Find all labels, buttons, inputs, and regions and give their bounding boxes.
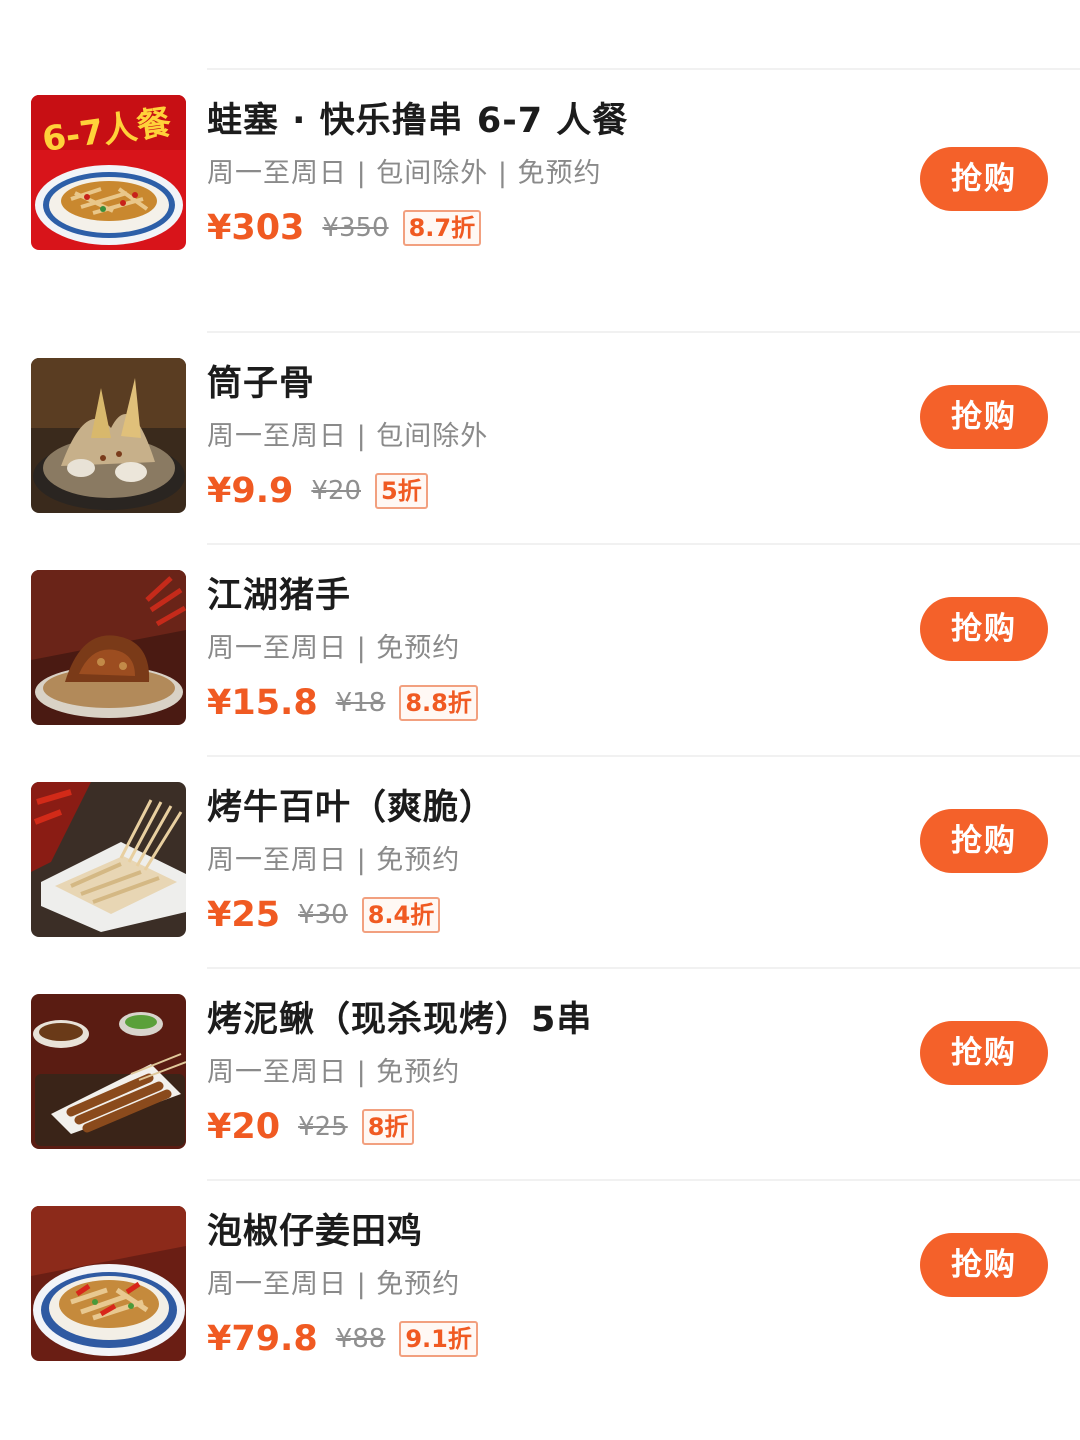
- deal-item[interactable]: 烤牛百叶（爽脆） 周一至周日 | 免预约 ¥25 ¥30 8.4折 抢购: [0, 782, 1080, 942]
- tripe-skewer-image[interactable]: [31, 782, 186, 937]
- buy-button[interactable]: 抢购: [920, 1233, 1048, 1297]
- original-price: ¥350: [322, 213, 389, 243]
- deal-item[interactable]: 6-7人餐 蛙塞 · 快乐撸串 6-7 人餐 周一至周日 | 包间除外 | 免预…: [0, 95, 1080, 255]
- current-price: ¥20: [207, 1107, 281, 1147]
- deal-terms: 周一至周日 | 包间除外: [207, 421, 489, 452]
- discount-badge: 8折: [361, 1109, 415, 1145]
- buy-button[interactable]: 抢购: [920, 147, 1048, 211]
- deal-item[interactable]: 泡椒仔姜田鸡 周一至周日 | 免预约 ¥79.8 ¥88 9.1折 抢购: [0, 1206, 1080, 1366]
- deal-title[interactable]: 烤泥鳅（现杀现烤）5串: [207, 996, 592, 1044]
- deal-terms: 周一至周日 | 免预约: [207, 1057, 461, 1088]
- original-price: ¥18: [335, 688, 386, 718]
- original-price: ¥30: [298, 900, 348, 930]
- discount-badge: 8.4折: [361, 897, 441, 933]
- discount-badge: 5折: [375, 473, 428, 509]
- pork-knuckle-image[interactable]: [31, 570, 186, 725]
- divider: [207, 1179, 1080, 1181]
- deal-terms: 周一至周日 | 免预约: [207, 1269, 461, 1300]
- deal-terms: 周一至周日 | 包间除外 | 免预约: [207, 158, 602, 189]
- bone-broth-image-art: [31, 358, 186, 513]
- price-row: ¥25 ¥30 8.4折: [207, 892, 441, 938]
- divider: [207, 543, 1080, 545]
- deal-item[interactable]: 烤泥鳅（现杀现烤）5串 周一至周日 | 免预约 ¥20 ¥25 8折 抢购: [0, 994, 1080, 1154]
- buy-button[interactable]: 抢购: [920, 385, 1048, 449]
- deal-item[interactable]: 江湖猪手 周一至周日 | 免预约 ¥15.8 ¥18 8.8折 抢购: [0, 570, 1080, 730]
- price-row: ¥9.9 ¥20 5折: [207, 468, 428, 514]
- divider: [207, 967, 1080, 969]
- buy-button[interactable]: 抢购: [920, 1021, 1048, 1085]
- set-meal-image[interactable]: 6-7人餐: [31, 95, 186, 250]
- discount-badge: 9.1折: [399, 1321, 478, 1357]
- price-row: ¥20 ¥25 8折: [207, 1104, 415, 1150]
- set-meal-image-art: 6-7人餐: [31, 95, 186, 250]
- buy-button[interactable]: 抢购: [920, 597, 1048, 661]
- tripe-skewer-image-art: [31, 782, 186, 937]
- discount-badge: 8.7折: [402, 210, 482, 246]
- discount-badge: 8.8折: [399, 685, 478, 721]
- deal-title[interactable]: 泡椒仔姜田鸡: [207, 1208, 423, 1256]
- current-price: ¥303: [207, 208, 305, 248]
- current-price: ¥15.8: [207, 683, 318, 723]
- deal-terms: 周一至周日 | 免预约: [207, 633, 461, 664]
- bone-broth-image[interactable]: [31, 358, 186, 513]
- original-price: ¥20: [311, 476, 361, 506]
- pickled-pepper-frog-image[interactable]: [31, 1206, 186, 1361]
- deal-terms: 周一至周日 | 免预约: [207, 845, 461, 876]
- loach-skewer-image[interactable]: [31, 994, 186, 1149]
- divider: [207, 331, 1080, 333]
- deal-title[interactable]: 蛙塞 · 快乐撸串 6-7 人餐: [207, 97, 628, 145]
- pickled-pepper-frog-image-art: [31, 1206, 186, 1361]
- current-price: ¥9.9: [207, 471, 294, 511]
- deal-list: 6-7人餐 蛙塞 · 快乐撸串 6-7 人餐 周一至周日 | 包间除外 | 免预…: [0, 0, 1080, 1440]
- buy-button[interactable]: 抢购: [920, 809, 1048, 873]
- deal-title[interactable]: 江湖猪手: [207, 572, 351, 620]
- original-price: ¥25: [298, 1112, 348, 1142]
- price-row: ¥79.8 ¥88 9.1折: [207, 1316, 478, 1362]
- deal-title[interactable]: 筒子骨: [207, 360, 315, 408]
- price-row: ¥303 ¥350 8.7折: [207, 205, 482, 251]
- current-price: ¥79.8: [207, 1319, 318, 1359]
- divider: [207, 755, 1080, 757]
- original-price: ¥88: [335, 1324, 386, 1354]
- divider: [207, 68, 1080, 70]
- deal-item[interactable]: 筒子骨 周一至周日 | 包间除外 ¥9.9 ¥20 5折 抢购: [0, 358, 1080, 518]
- loach-skewer-image-art: [31, 994, 186, 1149]
- deal-title[interactable]: 烤牛百叶（爽脆）: [207, 784, 495, 832]
- current-price: ¥25: [207, 895, 281, 935]
- price-row: ¥15.8 ¥18 8.8折: [207, 680, 478, 726]
- pork-knuckle-image-art: [31, 570, 186, 725]
